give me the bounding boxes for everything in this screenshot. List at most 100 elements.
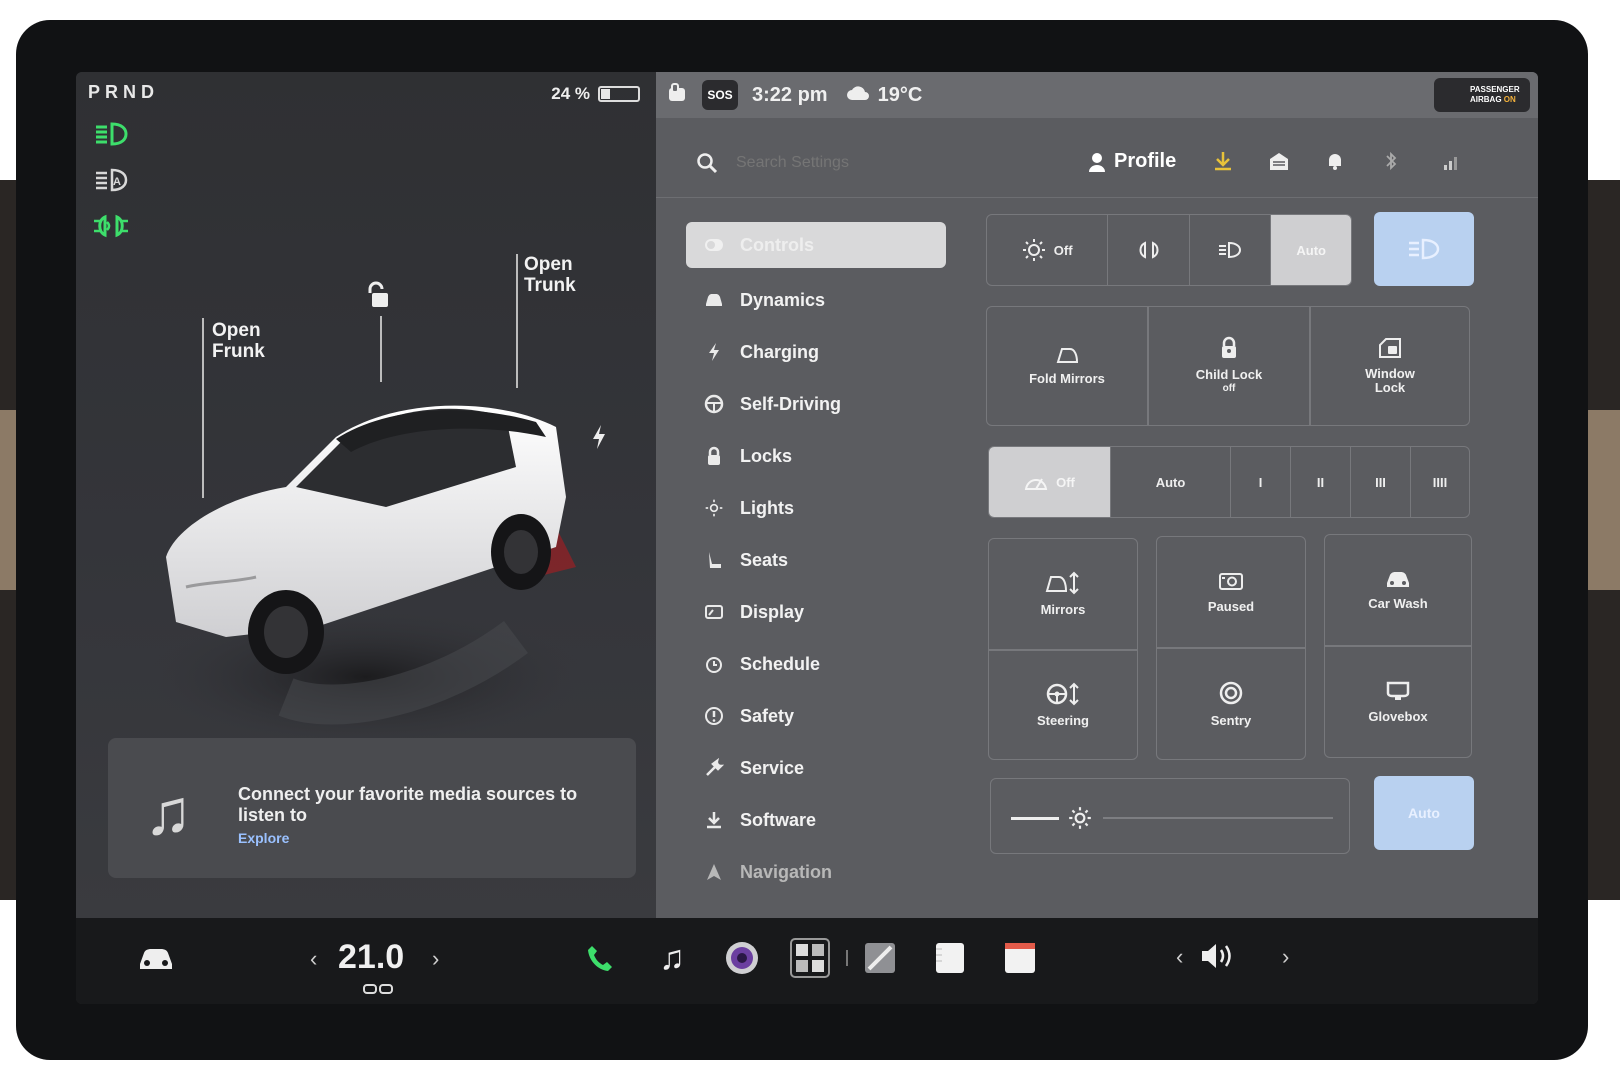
menu-item-dynamics[interactable]: Dynamics <box>686 274 946 326</box>
volume-icon[interactable] <box>1198 940 1238 977</box>
search-input[interactable] <box>736 154 996 172</box>
open-trunk-label: Open Trunk <box>524 254 576 296</box>
media-message: Connect your favorite media sources to l… <box>238 784 578 825</box>
menu-item-software[interactable]: Software <box>686 794 946 846</box>
open-frunk-button[interactable]: Open Frunk <box>212 320 265 362</box>
bluetooth-icon[interactable] <box>1380 150 1402 177</box>
music-icon[interactable]: ♫ <box>652 938 692 978</box>
menu-item-service[interactable]: Service <box>686 742 946 794</box>
menu-item-charging[interactable]: Charging <box>686 326 946 378</box>
wiper-speed-1-button[interactable]: I <box>1231 447 1291 517</box>
temp-up-button[interactable]: › <box>432 946 439 972</box>
menu-item-label: Controls <box>740 234 814 255</box>
wrench-icon <box>704 758 724 778</box>
menu-item-navigation[interactable]: Navigation <box>686 846 946 898</box>
alarm-icon <box>704 654 724 674</box>
wiper-speed-2-button[interactable]: II <box>1291 447 1351 517</box>
menu-item-schedule[interactable]: Schedule <box>686 638 946 690</box>
car-wash-icon <box>1387 572 1409 587</box>
steering-icon <box>704 394 724 414</box>
airbag-label: PASSENGER <box>1470 85 1520 94</box>
menu-item-label: Display <box>740 601 805 622</box>
headlights-auto-label: Auto <box>1296 242 1326 258</box>
fold-mirrors-button[interactable]: Fold Mirrors <box>986 306 1148 426</box>
wipers-auto-label: Auto <box>1155 474 1186 490</box>
car-model[interactable] <box>136 377 586 767</box>
wipers-off-button[interactable]: Off <box>989 447 1111 517</box>
child-lock-button[interactable]: Child Lock off <box>1148 306 1310 426</box>
sentry-button[interactable]: Sentry <box>1156 648 1306 760</box>
low-beam-button[interactable] <box>1190 215 1272 285</box>
menu-item-safety[interactable]: Safety <box>686 690 946 742</box>
wiper-speed-1-label: I <box>1258 474 1263 490</box>
fog-lights-icon <box>92 212 130 240</box>
lte-signal-icon <box>1436 150 1460 177</box>
dashcam-button[interactable]: Paused <box>1156 536 1306 648</box>
dashcam-icon <box>1219 573 1243 590</box>
brightness-slider-track <box>1103 817 1333 819</box>
cloud-icon <box>846 84 870 107</box>
mirrors-adjust-button[interactable]: Mirrors <box>988 538 1138 650</box>
brightness-sun-icon[interactable] <box>1067 805 1093 836</box>
brightness-auto-button[interactable]: Auto <box>1374 776 1474 850</box>
headlights-off-label: Off <box>1053 242 1073 258</box>
airbag-label-2: AIRBAG <box>1470 95 1502 104</box>
camera-icon[interactable] <box>722 938 762 978</box>
menu-item-seats[interactable]: Seats <box>686 534 946 586</box>
sun-icon <box>1022 239 1045 261</box>
parking-lights-button[interactable] <box>1108 215 1190 285</box>
menu-item-locks[interactable]: Locks <box>686 430 946 482</box>
wiper-speed-4-button[interactable]: IIII <box>1411 447 1469 517</box>
temp-down-button[interactable]: ‹ <box>310 946 317 972</box>
brightness-slider[interactable] <box>990 778 1350 854</box>
menu-item-label: Self-Driving <box>740 393 842 414</box>
explore-link[interactable]: Explore <box>238 830 289 846</box>
steering-adjust-icon <box>1046 682 1079 706</box>
window-lock-button[interactable]: Window Lock <box>1310 306 1470 426</box>
notepad-icon[interactable] <box>930 938 970 978</box>
search-icon[interactable] <box>696 152 718 179</box>
open-trunk-button[interactable]: Open Trunk <box>524 254 576 296</box>
auto-high-beam-button[interactable] <box>1374 212 1474 286</box>
sos-button[interactable]: SOS <box>702 80 738 110</box>
auto-high-beam-icon: A <box>92 166 130 194</box>
app-launcher-icon[interactable] <box>790 938 830 978</box>
search-row: Profile <box>656 128 1538 198</box>
garage-icon[interactable] <box>1268 150 1290 177</box>
unlock-icon[interactable] <box>364 280 392 315</box>
steering-adjust-button[interactable]: Steering <box>988 650 1138 760</box>
battery-percent: 24 % <box>551 84 590 103</box>
menu-item-self-driving[interactable]: Self-Driving <box>686 378 946 430</box>
child-lock-icon <box>1222 336 1236 358</box>
charge-port-icon[interactable] <box>590 424 608 455</box>
media-card[interactable]: ♫ Connect your favorite media sources to… <box>108 738 636 878</box>
glovebox-label: Glovebox <box>1368 709 1428 724</box>
seat-heater-icon[interactable] <box>362 982 394 1000</box>
menu-item-display[interactable]: Display <box>686 586 946 638</box>
menu-item-controls[interactable]: Controls <box>686 222 946 268</box>
brightness-slider-fill <box>1011 817 1059 820</box>
calendar-icon[interactable] <box>1000 938 1040 978</box>
toybox-icon[interactable] <box>860 938 900 978</box>
low-beam-icon <box>1219 241 1242 259</box>
volume-down-button[interactable]: ‹ <box>1176 944 1183 970</box>
battery-icon <box>598 86 640 102</box>
wiper-speed-3-button[interactable]: III <box>1351 447 1411 517</box>
profile-button[interactable]: Profile <box>1088 150 1176 173</box>
headlights-auto-button[interactable]: Auto <box>1271 215 1351 285</box>
cabin-temperature[interactable]: 21.0 <box>338 938 404 977</box>
phone-icon[interactable] <box>580 938 620 978</box>
lock-icon <box>704 446 724 466</box>
glovebox-button[interactable]: Glovebox <box>1324 646 1472 758</box>
dashboard-right <box>1586 180 1620 900</box>
car-icon[interactable] <box>136 944 176 977</box>
download-icon[interactable] <box>1212 150 1234 177</box>
wipers-auto-button[interactable]: Auto <box>1111 447 1231 517</box>
headlights-off-button[interactable]: Off <box>987 215 1109 285</box>
volume-up-button[interactable]: › <box>1282 944 1289 970</box>
lock-callout-line <box>380 316 382 382</box>
bell-icon[interactable] <box>1324 150 1346 177</box>
glovebox-icon <box>1386 681 1410 700</box>
menu-item-lights[interactable]: Lights <box>686 482 946 534</box>
car-wash-button[interactable]: Car Wash <box>1324 534 1472 646</box>
